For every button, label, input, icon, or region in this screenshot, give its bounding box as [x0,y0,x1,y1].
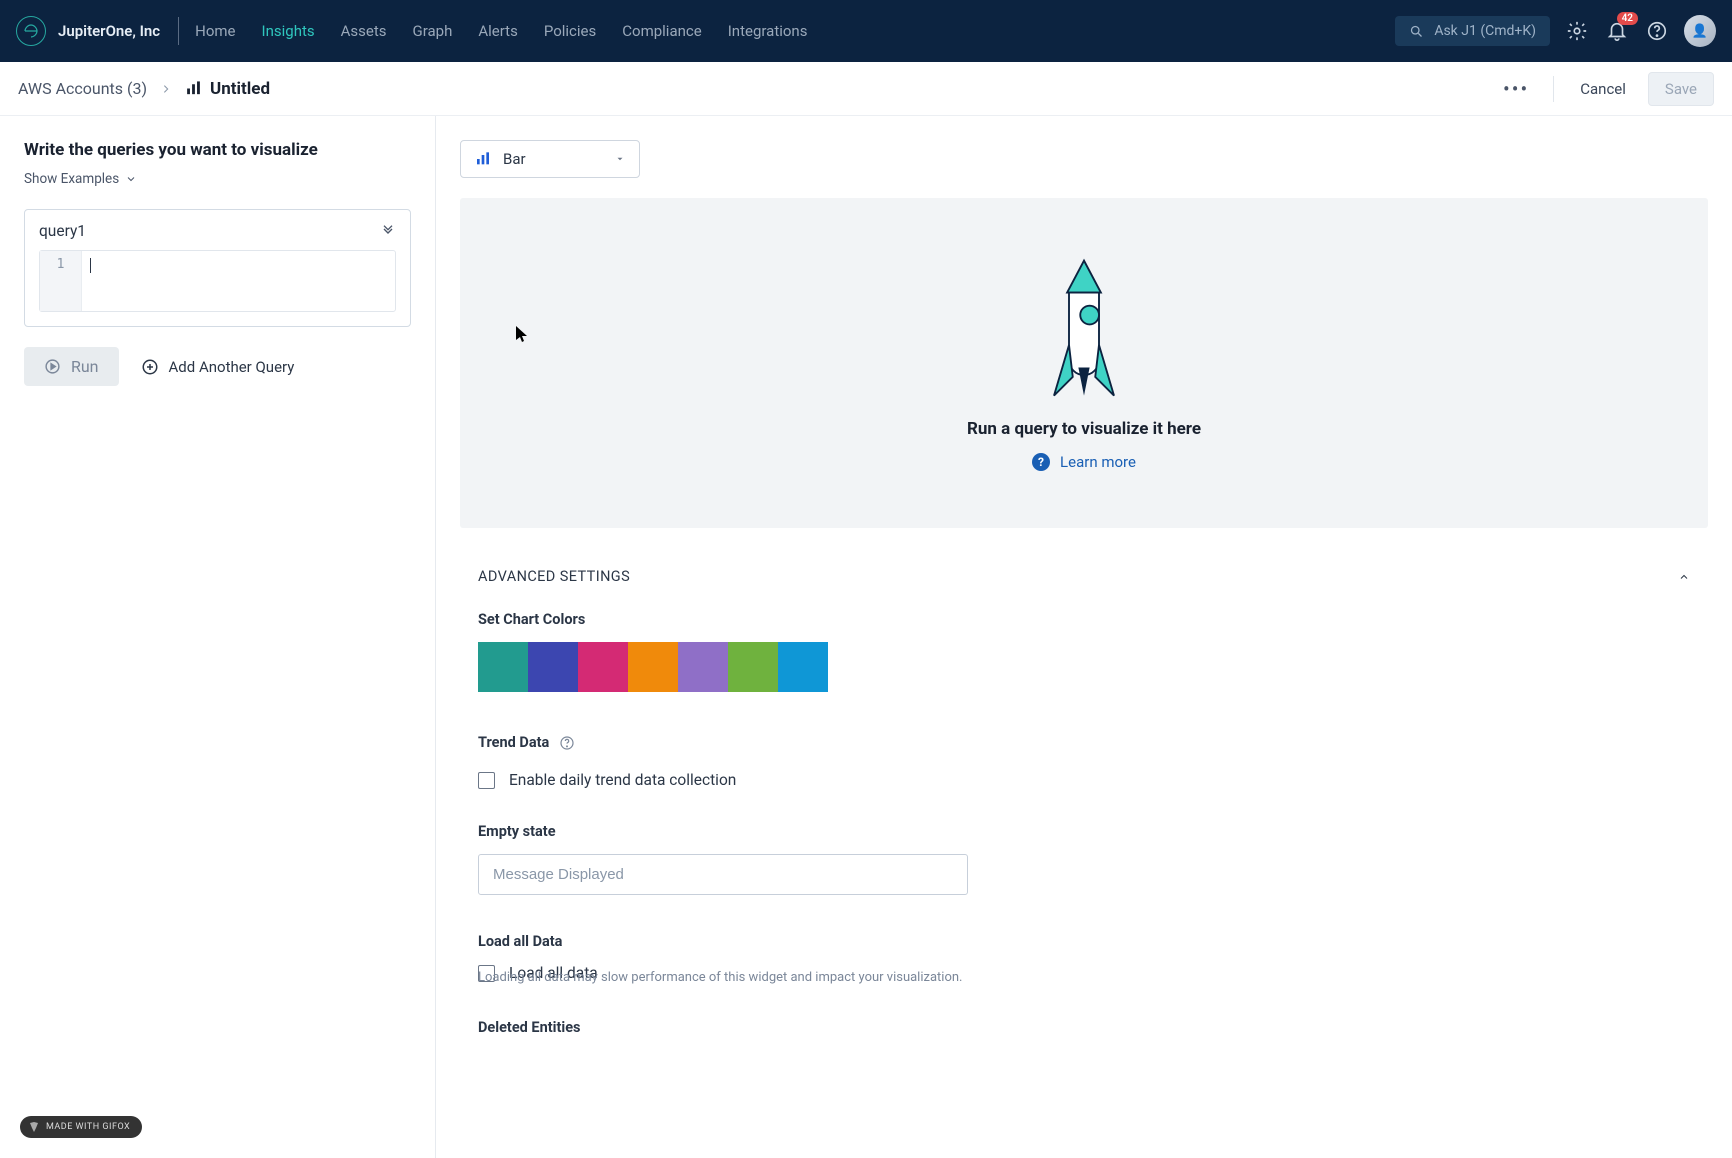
color-swatch[interactable] [578,642,628,692]
gifox-badge: MADE WITH GIFOX [20,1116,142,1138]
save-button[interactable]: Save [1648,72,1714,106]
learn-more-label: Learn more [1060,453,1136,471]
load-all-hint: Loading all data may slow performance of… [478,970,1690,985]
avatar[interactable]: 👤 [1684,15,1716,47]
topbar-right: Ask J1 (Cmd+K) 42 👤 [1395,15,1716,47]
play-icon [44,358,61,375]
nav-integrations[interactable]: Integrations [728,22,808,40]
search-button[interactable]: Ask J1 (Cmd+K) [1395,16,1550,46]
breadcrumb[interactable]: AWS Accounts (3) [18,79,147,98]
color-swatch[interactable] [528,642,578,692]
nav-graph[interactable]: Graph [412,22,452,40]
org-name: JupiterOne, Inc [58,22,160,40]
color-swatch[interactable] [628,642,678,692]
cancel-button[interactable]: Cancel [1570,74,1636,104]
nav-home[interactable]: Home [195,22,235,40]
info-icon[interactable] [559,735,575,751]
trend-checkbox-row: Enable daily trend data collection [478,771,1690,789]
nav-compliance[interactable]: Compliance [622,22,701,40]
trend-data-row: Trend Data [478,734,1690,751]
help-button[interactable] [1644,18,1670,44]
run-button-label: Run [71,357,99,376]
topbar: JupiterOne, Inc Home Insights Assets Gra… [0,0,1732,62]
color-swatch[interactable] [778,642,828,692]
run-button[interactable]: Run [24,347,119,386]
deleted-entities-label: Deleted Entities [478,1019,1690,1036]
rocket-icon [1046,255,1122,405]
settings-button[interactable] [1564,18,1590,44]
preview-empty-text: Run a query to visualize it here [967,419,1201,439]
query-editor[interactable]: 1 [39,250,396,312]
chevron-up-icon [1678,571,1690,583]
more-menu-button[interactable]: ••• [1495,77,1537,101]
empty-state-label: Empty state [478,823,1690,840]
notifications-button[interactable]: 42 [1604,18,1630,44]
viz-type-label: Bar [503,150,526,168]
color-swatch[interactable] [728,642,778,692]
main: Write the queries you want to visualize … [0,116,1732,1158]
trend-checkbox[interactable] [478,772,495,789]
query-card-header: query1 [39,222,396,240]
main-nav: Home Insights Assets Graph Alerts Polici… [195,22,807,40]
question-mark-icon: ? [1032,453,1050,471]
visualization-panel: Bar Run a query to visualize it here ? L… [436,116,1732,1158]
color-swatch[interactable] [478,642,528,692]
nav-assets[interactable]: Assets [341,22,387,40]
color-swatches [478,642,1690,692]
nav-insights[interactable]: Insights [262,22,315,40]
show-examples-toggle[interactable]: Show Examples [24,171,137,187]
cursor-icon [516,326,528,342]
viz-type-select[interactable]: Bar [460,140,640,178]
query-name: query1 [39,222,86,240]
chevron-down-icon [125,173,137,185]
advanced-settings: ADVANCED SETTINGS Set Chart Colors Trend… [460,568,1708,1036]
query-panel: Write the queries you want to visualize … [0,116,436,1158]
logo-icon [16,16,46,46]
bar-chart-icon [475,151,491,167]
gifox-icon [28,1121,40,1133]
search-icon [1409,24,1424,39]
subheader: AWS Accounts (3) Untitled ••• Cancel Sav… [0,62,1732,116]
query-actions: Run Add Another Query [24,347,411,386]
empty-state-input[interactable] [478,854,968,895]
learn-more-link[interactable]: ? Learn more [1032,453,1136,471]
trend-checkbox-label: Enable daily trend data collection [509,771,736,789]
chevron-right-icon [161,79,171,98]
add-query-label: Add Another Query [169,358,295,376]
page-title: Untitled [210,79,270,99]
trend-data-label: Trend Data [478,734,549,751]
editor-input[interactable] [82,251,395,311]
editor-gutter: 1 [40,251,82,311]
show-examples-label: Show Examples [24,171,119,187]
plus-circle-icon [141,358,159,376]
load-all-label: Load all Data [478,933,1690,950]
query-panel-heading: Write the queries you want to visualize [24,140,411,160]
chart-colors-label: Set Chart Colors [478,611,1690,628]
divider [178,17,179,45]
help-icon [1646,20,1668,42]
nav-policies[interactable]: Policies [544,22,596,40]
advanced-settings-label: ADVANCED SETTINGS [478,568,630,585]
color-swatch[interactable] [678,642,728,692]
advanced-settings-toggle[interactable]: ADVANCED SETTINGS [478,568,1690,585]
add-query-button[interactable]: Add Another Query [141,358,295,376]
query-card: query1 1 [24,209,411,327]
gifox-label: MADE WITH GIFOX [46,1122,130,1132]
caret-down-icon [615,154,625,164]
subheader-actions: ••• Cancel Save [1495,72,1714,106]
bar-chart-icon [185,80,202,97]
search-placeholder-text: Ask J1 (Cmd+K) [1434,23,1536,39]
notification-badge: 42 [1617,12,1638,25]
preview-area: Run a query to visualize it here ? Learn… [460,198,1708,528]
collapse-icon[interactable] [380,223,396,239]
brand-block: JupiterOne, Inc [16,16,178,46]
gear-icon [1566,20,1588,42]
nav-alerts[interactable]: Alerts [478,22,518,40]
divider [1553,76,1554,102]
